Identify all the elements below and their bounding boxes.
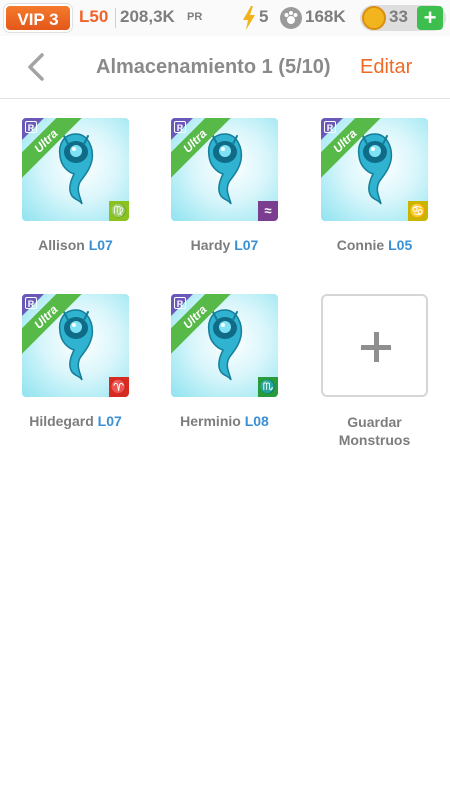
monster-icon — [357, 133, 393, 205]
monster-name-label: Hildegard L07 — [22, 413, 129, 429]
monster-thumbnail[interactable]: Ultra R ♈ — [22, 294, 129, 397]
divider — [115, 8, 116, 28]
rarity-badge: R — [174, 297, 186, 309]
monster-icon — [207, 309, 243, 381]
monster-name: Hildegard — [29, 413, 94, 429]
monster-name: Herminio — [180, 413, 241, 429]
rarity-badge: R — [174, 121, 186, 133]
energy-value: 5 — [259, 7, 269, 26]
buy-coins-button[interactable]: + — [417, 6, 443, 30]
power-value: 208,3K — [120, 7, 175, 26]
monster-card[interactable]: Ultra R ♈ Hildegard L07 — [22, 294, 129, 429]
lightning-icon — [243, 6, 255, 30]
rarity-badge: R — [324, 121, 336, 133]
zodiac-icon: ♈ — [109, 377, 129, 397]
monster-level: L07 — [97, 413, 122, 429]
monster-card[interactable]: Ultra R ♋ Connie L05 — [321, 118, 428, 253]
paw-icon — [280, 7, 302, 29]
coin-icon — [362, 6, 386, 30]
vip-badge[interactable]: VIP 3 — [4, 4, 72, 32]
monster-card[interactable]: Ultra R ≈ Hardy L07 — [171, 118, 278, 253]
monster-level: L08 — [244, 413, 269, 429]
monster-name: Allison — [38, 237, 85, 253]
monster-icon — [207, 133, 243, 205]
monster-thumbnail[interactable]: Ultra R ♍ — [22, 118, 129, 221]
rarity-badge: R — [25, 297, 37, 309]
monster-thumbnail[interactable]: Ultra R ♏ — [171, 294, 278, 397]
monster-card[interactable]: Ultra R ♏ Herminio L08 — [171, 294, 278, 429]
monster-name-label: Connie L05 — [321, 237, 428, 253]
monster-icon — [58, 309, 94, 381]
monster-level: L07 — [88, 237, 113, 253]
zodiac-icon: ≈ — [258, 201, 278, 221]
coin-value: 33 — [389, 7, 408, 26]
zodiac-icon: ♍ — [109, 201, 129, 221]
edit-button[interactable]: Editar — [360, 56, 412, 79]
food-value: 168K — [305, 7, 346, 26]
monster-name-label: Herminio L08 — [171, 413, 278, 429]
monster-name-label: Hardy L07 — [171, 237, 278, 253]
monster-icon — [58, 133, 94, 205]
zodiac-icon: ♏ — [258, 377, 278, 397]
player-level: L50 — [79, 7, 109, 26]
zodiac-icon: ♋ — [408, 201, 428, 221]
rarity-badge: R — [25, 121, 37, 133]
page-title: Almacenamiento 1 (5/10) — [96, 56, 331, 78]
monster-name: Connie — [336, 237, 385, 253]
add-slot-button[interactable] — [321, 294, 428, 397]
power-unit: PR — [187, 11, 203, 23]
back-icon[interactable] — [22, 52, 52, 82]
status-bar: VIP 3 L50 208,3K PR 5 168K 33 + — [0, 0, 450, 36]
monster-thumbnail[interactable]: Ultra R ≈ — [171, 118, 278, 221]
monster-name: Hardy — [190, 237, 231, 253]
monster-card[interactable]: Ultra R ♍ Allison L07 — [22, 118, 129, 253]
monster-name-label: Allison L07 — [22, 237, 129, 253]
monster-level: L07 — [234, 237, 259, 253]
monster-level: L05 — [388, 237, 413, 253]
monster-thumbnail[interactable]: Ultra R ♋ — [321, 118, 428, 221]
nav-bar: Almacenamiento 1 (5/10) Editar — [0, 36, 450, 99]
add-slot-label: Guardar Monstruos — [338, 414, 411, 448]
save-monsters-slot[interactable]: Guardar Monstruos — [321, 294, 428, 449]
